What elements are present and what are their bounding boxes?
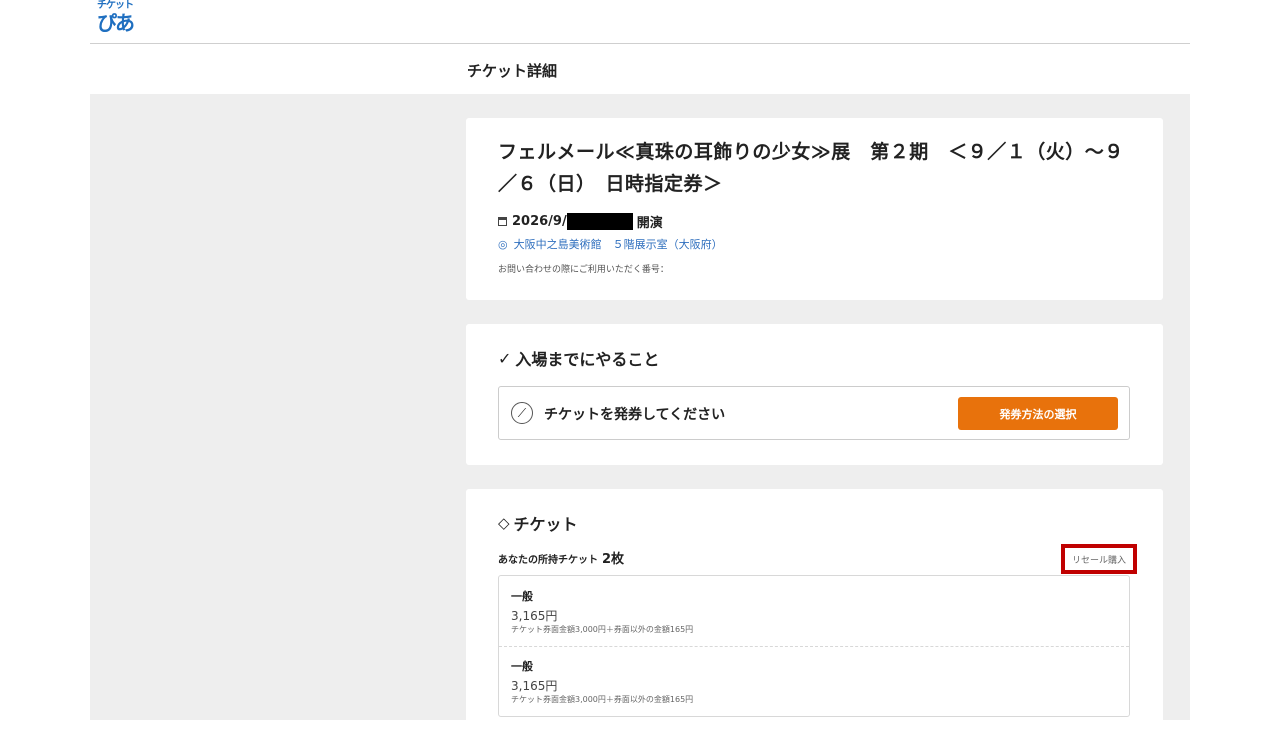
event-venue-link[interactable]: 大阪中之島美術館 ５階展示室（大阪府）	[514, 236, 723, 252]
resale-purchase-link[interactable]: リセール購入	[1061, 544, 1137, 574]
ticket-price: 3,165円	[511, 609, 558, 623]
inquiry-number-label: お問い合わせの際にご利用いただく番号：	[498, 265, 669, 275]
ticket-item: 一般 3,165円 チケット券面金額3,000円＋券面以外の金額165円	[499, 576, 1129, 647]
ticket-item: 一般 3,165円 チケット券面金額3,000円＋券面以外の金額165円	[499, 646, 1129, 716]
owned-tickets-label: あなたの所持チケット	[498, 555, 598, 566]
ticket-type: 一般	[511, 660, 533, 673]
owned-tickets-count: 2枚	[602, 552, 625, 567]
tickets-heading: ◇ チケット	[498, 511, 578, 535]
header-divider	[90, 43, 1190, 44]
calendar-icon	[498, 217, 507, 226]
event-date-prefix: 2026/9/	[512, 214, 567, 229]
redacted-date	[566, 213, 633, 230]
ticket-type: 一般	[511, 590, 533, 603]
page-title: チケット詳細	[467, 62, 558, 80]
event-date-suffix: 開演	[636, 216, 663, 231]
location-pin-icon: ◎	[498, 237, 508, 251]
site-logo[interactable]: チケット ぴあ	[97, 0, 139, 38]
todo-item-text: チケットを発券してください	[544, 407, 726, 423]
todo-item: ⟋ チケットを発券してください 発券方法の選択	[498, 386, 1130, 440]
event-title: フェルメール≪真珠の耳飾りの少女≫展 第２期 ＜９／１（火）～９／６（日） 日時…	[498, 141, 1124, 195]
todo-heading-text: 入場までにやること	[515, 350, 660, 369]
ticket-price-note: チケット券面金額3,000円＋券面以外の金額165円	[511, 695, 694, 704]
event-venue-row[interactable]: ◎ 大阪中之島美術館 ５階展示室（大阪府）	[498, 236, 723, 252]
todo-card: ✓ 入場までにやること ⟋ チケットを発券してください 発券方法の選択	[466, 324, 1163, 465]
event-card: フェルメール≪真珠の耳飾りの少女≫展 第２期 ＜９／１（火）～９／６（日） 日時…	[466, 118, 1163, 300]
logo-main-text: ぴあ	[97, 11, 135, 35]
ticket-price: 3,165円	[511, 679, 558, 693]
tag-icon: ◇	[498, 514, 510, 532]
tickets-heading-text: チケット	[513, 515, 578, 534]
todo-heading: ✓ 入場までにやること	[498, 346, 659, 370]
owned-tickets-summary: あなたの所持チケット 2枚	[498, 548, 624, 567]
select-issue-method-button[interactable]: 発券方法の選択	[958, 397, 1118, 430]
tickets-card: ◇ チケット あなたの所持チケット 2枚 リセール購入 一般 3,165円 チケ…	[466, 489, 1163, 729]
event-date-row: 2026/9/ 開演	[498, 212, 663, 231]
ticket-circle-icon: ⟋	[511, 402, 533, 424]
ticket-list: 一般 3,165円 チケット券面金額3,000円＋券面以外の金額165円 一般 …	[498, 575, 1130, 717]
checkmark-icon: ✓	[498, 348, 512, 368]
ticket-price-note: チケット券面金額3,000円＋券面以外の金額165円	[511, 625, 694, 634]
